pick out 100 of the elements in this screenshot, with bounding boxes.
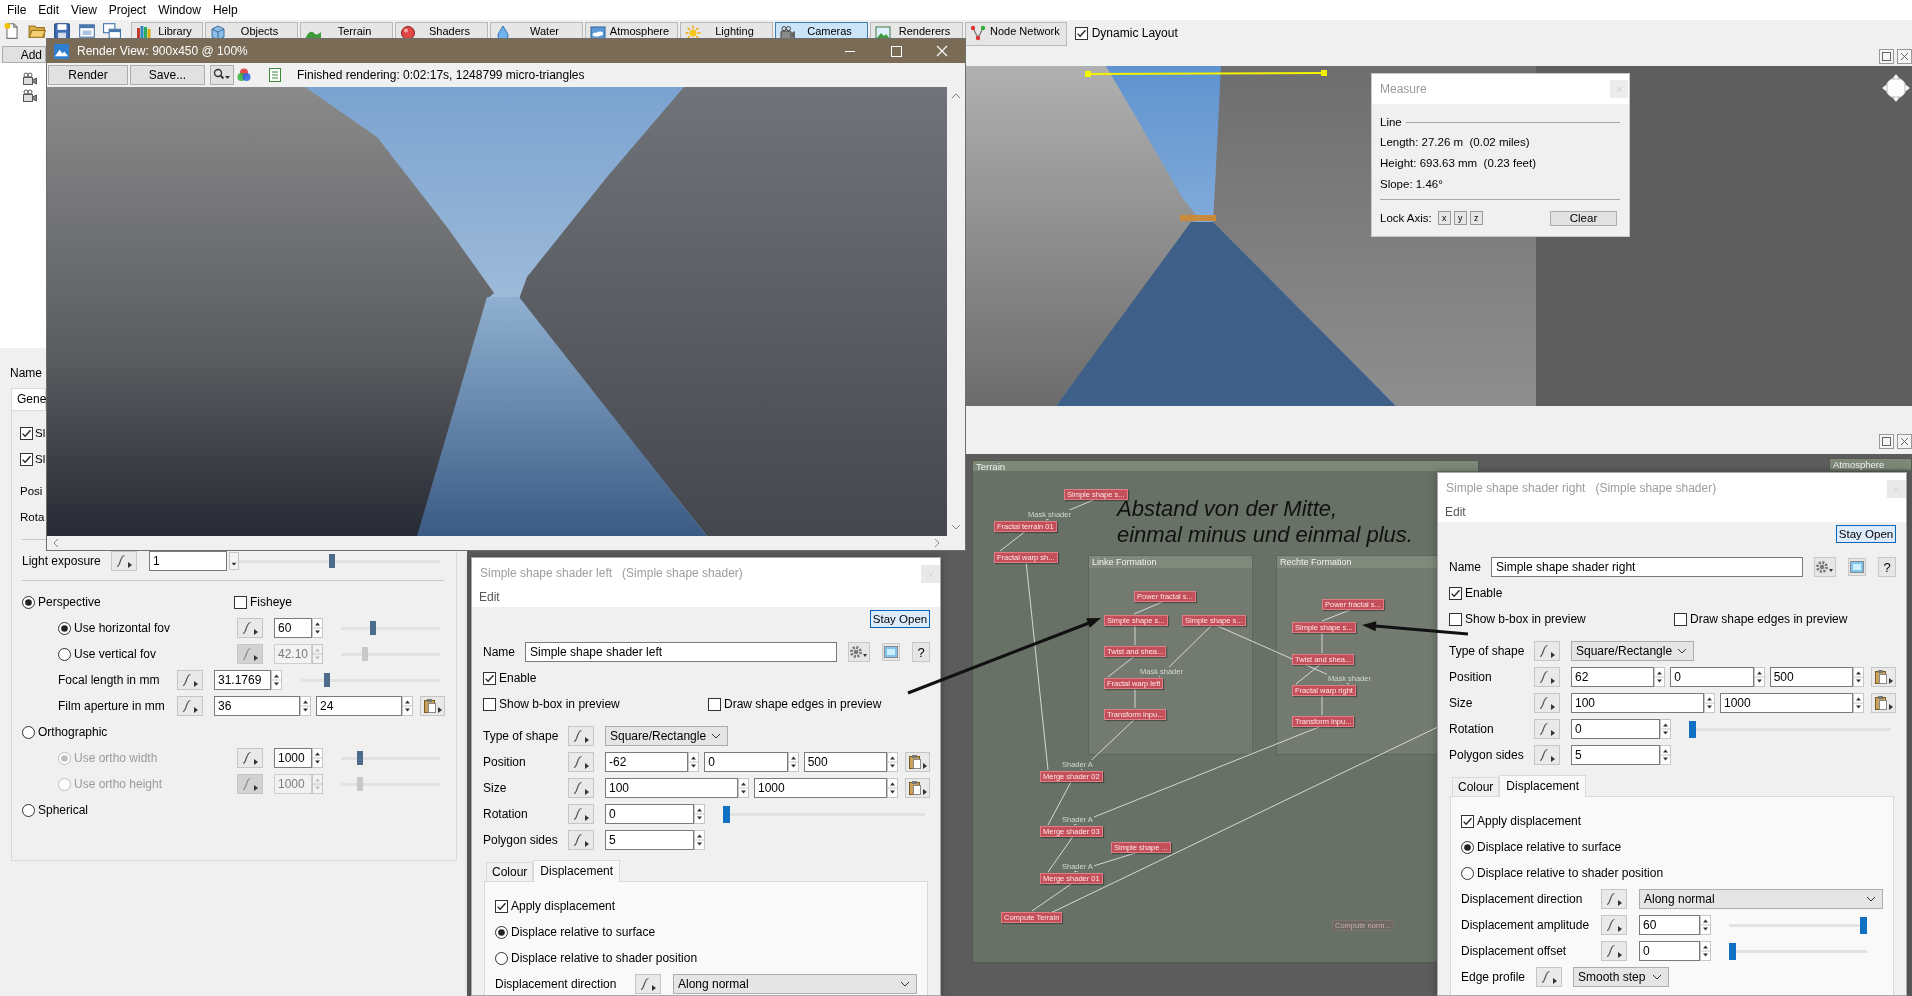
number-field[interactable]: 0 bbox=[605, 804, 694, 824]
document-icon[interactable] bbox=[267, 67, 283, 83]
animate-button[interactable] bbox=[1601, 915, 1627, 935]
number-field[interactable]: 36 bbox=[214, 696, 300, 716]
menu-item[interactable]: Project bbox=[102, 1, 153, 19]
animate-button[interactable] bbox=[1534, 693, 1560, 713]
move-arrows-icon[interactable] bbox=[1882, 74, 1910, 102]
number-field[interactable]: 500 bbox=[1769, 667, 1853, 687]
spinner-icon[interactable] bbox=[738, 778, 749, 798]
window-icon[interactable] bbox=[78, 22, 96, 40]
close-icon[interactable] bbox=[1897, 434, 1912, 449]
chevron-left-icon[interactable] bbox=[52, 538, 60, 548]
number-field[interactable]: -62 bbox=[605, 752, 689, 772]
spinner-icon[interactable] bbox=[694, 830, 705, 850]
spinner-icon[interactable] bbox=[1700, 915, 1711, 935]
animate-button[interactable] bbox=[568, 726, 594, 746]
animate-button[interactable] bbox=[568, 752, 594, 772]
dropdown[interactable]: Along normal bbox=[1639, 889, 1883, 909]
animate-button[interactable] bbox=[1601, 889, 1627, 909]
spinner-icon[interactable] bbox=[1704, 693, 1715, 713]
number-field[interactable]: 62 bbox=[1571, 667, 1655, 687]
folder-icon[interactable] bbox=[28, 22, 46, 40]
slider-thumb[interactable] bbox=[369, 621, 376, 635]
spinner-icon[interactable] bbox=[887, 752, 898, 772]
axis-button[interactable]: x bbox=[1437, 211, 1451, 225]
tab[interactable]: Displacement bbox=[533, 860, 621, 882]
menu-item[interactable]: File bbox=[1, 1, 33, 19]
number-field[interactable]: 5 bbox=[1571, 745, 1660, 765]
radio-button[interactable] bbox=[58, 647, 71, 661]
number-field[interactable]: 0 bbox=[1639, 941, 1700, 961]
radio-button[interactable] bbox=[22, 803, 35, 817]
spinner-icon[interactable] bbox=[1654, 667, 1666, 687]
settings-button[interactable] bbox=[848, 642, 870, 662]
checkbox[interactable] bbox=[1449, 586, 1462, 600]
dropdown[interactable]: Along normal bbox=[673, 974, 917, 994]
slider-thumb[interactable] bbox=[1860, 916, 1867, 934]
animate-button[interactable] bbox=[1534, 641, 1560, 661]
number-field[interactable]: 31.1769 bbox=[214, 670, 271, 690]
spinner-icon[interactable] bbox=[887, 778, 898, 798]
checkbox[interactable] bbox=[1449, 612, 1462, 626]
toolbar-button[interactable]: Render bbox=[48, 65, 128, 85]
number-field[interactable]: 0 bbox=[1670, 667, 1754, 687]
menu-item[interactable]: Help bbox=[206, 1, 244, 19]
menu-item[interactable]: Edit bbox=[1445, 505, 1466, 519]
close-icon[interactable] bbox=[1897, 48, 1912, 64]
spinner-icon[interactable] bbox=[402, 696, 413, 716]
number-field[interactable]: 0 bbox=[1571, 719, 1660, 739]
chevron-down-icon[interactable] bbox=[951, 523, 961, 531]
checkbox[interactable] bbox=[708, 697, 721, 711]
camera-icon[interactable] bbox=[22, 89, 38, 103]
paste-button[interactable] bbox=[1871, 667, 1896, 687]
stay-open-button[interactable]: Stay Open bbox=[870, 610, 930, 628]
spinner-icon[interactable] bbox=[1853, 693, 1864, 713]
spinner-icon[interactable] bbox=[1660, 745, 1671, 765]
paste-button[interactable] bbox=[420, 696, 445, 716]
checkbox[interactable] bbox=[495, 899, 508, 913]
caret-down-icon[interactable] bbox=[229, 552, 239, 570]
slider-thumb[interactable] bbox=[1729, 942, 1736, 960]
number-field[interactable]: 60 bbox=[1639, 915, 1700, 935]
animate-button[interactable] bbox=[177, 670, 203, 690]
spinner-icon[interactable] bbox=[688, 752, 700, 772]
name-field[interactable]: Simple shape shader right bbox=[1491, 557, 1803, 577]
radio-button[interactable] bbox=[22, 725, 35, 739]
tab[interactable]: Colour bbox=[1452, 777, 1500, 796]
slider-thumb[interactable] bbox=[1689, 720, 1696, 738]
tab[interactable]: Displacement bbox=[1499, 775, 1587, 797]
color-circles-icon[interactable] bbox=[236, 67, 252, 83]
preview-button[interactable] bbox=[882, 643, 900, 661]
radio-button[interactable] bbox=[58, 621, 71, 635]
radio-button[interactable] bbox=[495, 951, 508, 965]
checkbox[interactable] bbox=[483, 671, 496, 685]
toolbar-button[interactable]: Save... bbox=[130, 65, 205, 85]
axis-button[interactable]: z bbox=[1469, 211, 1483, 225]
slider-thumb[interactable] bbox=[323, 673, 330, 687]
radio-button[interactable] bbox=[495, 925, 508, 939]
measure-line[interactable] bbox=[1085, 70, 1327, 77]
number-field[interactable]: 100 bbox=[1571, 693, 1704, 713]
number-field[interactable]: 1000 bbox=[1720, 693, 1853, 713]
animate-button[interactable] bbox=[177, 696, 203, 716]
menu-item[interactable]: View bbox=[65, 1, 103, 19]
animate-button[interactable] bbox=[237, 748, 263, 768]
radio-button[interactable] bbox=[22, 595, 35, 609]
number-field[interactable]: 100 bbox=[605, 778, 738, 798]
checkbox[interactable] bbox=[20, 452, 33, 466]
animate-button[interactable] bbox=[237, 774, 263, 794]
add-button[interactable]: Add bbox=[2, 46, 46, 63]
two-windows-icon[interactable] bbox=[103, 22, 121, 40]
paste-button[interactable] bbox=[905, 778, 930, 798]
menu-item[interactable]: Edit bbox=[32, 1, 66, 19]
paste-button[interactable] bbox=[1871, 693, 1896, 713]
combo-field[interactable]: 1 bbox=[149, 551, 227, 571]
dropdown[interactable]: Square/Rectangle bbox=[605, 726, 728, 746]
checkbox[interactable] bbox=[1674, 612, 1687, 626]
spinner-icon[interactable] bbox=[1753, 667, 1765, 687]
slider-thumb[interactable] bbox=[328, 554, 335, 568]
animate-button[interactable] bbox=[568, 804, 594, 824]
spinner-icon[interactable] bbox=[300, 696, 311, 716]
spinner-icon[interactable] bbox=[271, 670, 282, 690]
new-file-icon[interactable] bbox=[3, 22, 21, 40]
checkbox[interactable] bbox=[234, 595, 247, 609]
